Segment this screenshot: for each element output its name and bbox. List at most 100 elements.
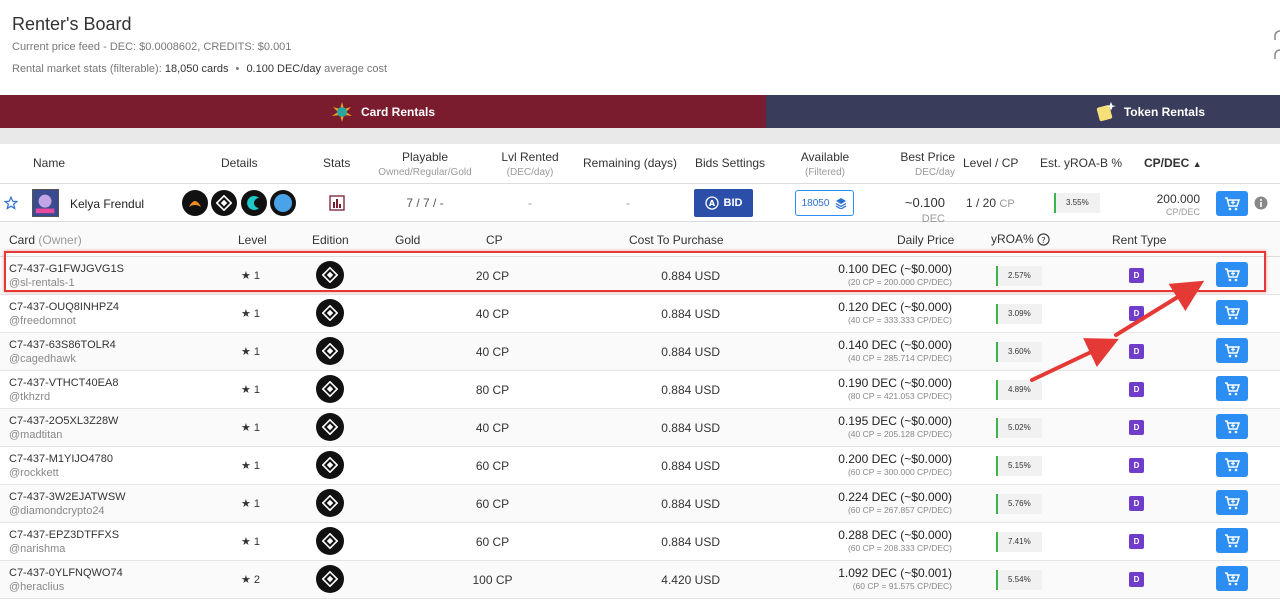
daily-price-detail: (60 CP = 300.000 CP/DEC) bbox=[847, 467, 952, 477]
card-id[interactable]: C7-437-G1FWJGVG1S bbox=[9, 263, 124, 275]
owner-name[interactable]: @diamondcrypto24 bbox=[9, 505, 105, 517]
card-id[interactable]: C7-437-VTHCT40EA8 bbox=[9, 377, 118, 389]
owner-name[interactable]: @rockkett bbox=[9, 467, 59, 479]
col-yroa[interactable]: yROA% ? bbox=[991, 232, 1050, 246]
owner-name[interactable]: @tkhzrd bbox=[9, 391, 50, 403]
cart-icon bbox=[1224, 267, 1240, 282]
market-average-label: average cost bbox=[324, 63, 388, 75]
market-stats-label: Rental market stats (filterable): bbox=[12, 63, 162, 75]
cp-value: 80 CP bbox=[475, 383, 510, 397]
bid-button-label: BID bbox=[723, 197, 743, 209]
cost-value: 0.884 USD bbox=[661, 497, 720, 511]
col-playable-sub: Owned/Regular/Gold bbox=[378, 167, 472, 178]
rent-cart-button[interactable] bbox=[1216, 566, 1248, 591]
card-id[interactable]: C7-437-0YLFNQWO74 bbox=[9, 567, 123, 579]
col-available-sub: (Filtered) bbox=[804, 167, 845, 178]
link-icon[interactable] bbox=[1272, 28, 1280, 62]
col-playable[interactable]: Playable Owned/Regular/Gold bbox=[370, 150, 480, 180]
edition-icon bbox=[316, 261, 344, 289]
col-cost[interactable]: Cost To Purchase bbox=[629, 233, 724, 247]
owner-name[interactable]: @narishma bbox=[9, 543, 65, 555]
col-gold[interactable]: Gold bbox=[395, 233, 420, 247]
col-level[interactable]: Level bbox=[238, 233, 267, 247]
bid-button[interactable]: A BID bbox=[694, 189, 753, 217]
daily-price-detail: (80 CP = 421.053 CP/DEC) bbox=[847, 391, 952, 401]
rent-cart-button[interactable] bbox=[1216, 528, 1248, 553]
available-button[interactable]: 18050 bbox=[795, 190, 854, 216]
listing-row[interactable]: C7-437-VTHCT40EA8 @tkhzrd ★ 1 80 CP 0.884 US… bbox=[0, 371, 1280, 409]
listing-row[interactable]: C7-437-63S86TOLR4 @cagedhawk ★ 1 40 CP 0.884… bbox=[0, 333, 1280, 371]
cart-icon bbox=[1224, 343, 1240, 358]
stats-icon[interactable] bbox=[329, 195, 345, 211]
col-daily-price[interactable]: Daily Price bbox=[897, 233, 954, 247]
col-lvl-rented[interactable]: Lvl Rented (DEC/day) bbox=[490, 150, 570, 180]
rent-cart-button[interactable] bbox=[1216, 376, 1248, 401]
owner-name[interactable]: @freedomnot bbox=[9, 315, 76, 327]
col-available[interactable]: Available (Filtered) bbox=[790, 150, 860, 180]
listing-row[interactable]: C7-437-EPZ3DTFFXS @narishma ★ 1 60 CP 0.884 … bbox=[0, 523, 1280, 561]
col-remaining[interactable]: Remaining (days) bbox=[583, 156, 677, 171]
card-id[interactable]: C7-437-EPZ3DTFFXS bbox=[9, 529, 119, 541]
help-icon[interactable]: ? bbox=[1037, 232, 1050, 246]
col-cp-dec[interactable]: CP/DEC ▲ bbox=[1144, 156, 1202, 172]
yroa-value: 5.76% bbox=[996, 494, 1042, 514]
cp-value: 60 CP bbox=[475, 459, 510, 473]
cart-icon bbox=[1224, 495, 1240, 510]
tab-card-rentals[interactable]: Card Rentals bbox=[0, 95, 766, 128]
card-id[interactable]: C7-437-OUQ8INHPZ4 bbox=[9, 301, 119, 313]
card-id[interactable]: C7-437-3W2EJATWSW bbox=[9, 491, 126, 503]
listing-row[interactable]: C7-437-2O5XL3Z28W @madtitan ★ 1 40 CP 0.884 … bbox=[0, 409, 1280, 447]
level-value: ★ 1 bbox=[241, 384, 261, 396]
level-value: ★ 1 bbox=[241, 346, 261, 358]
rent-cart-button[interactable] bbox=[1216, 300, 1248, 325]
owner-name[interactable]: @heraclius bbox=[9, 581, 64, 593]
card-id[interactable]: C7-437-2O5XL3Z28W bbox=[9, 415, 118, 427]
col-best-price[interactable]: Best Price DEC/day bbox=[880, 150, 955, 180]
col-edition[interactable]: Edition bbox=[312, 233, 349, 247]
listing-row[interactable]: C7-437-3W2EJATWSW @diamondcrypto24 ★ 1 60 C… bbox=[0, 485, 1280, 523]
listing-row[interactable]: C7-437-G1FWJGVG1S @sl-rentals-1 ★ 1 20 CP 0.… bbox=[0, 257, 1280, 295]
star-icon[interactable] bbox=[4, 196, 18, 210]
listing-row[interactable]: C7-437-0YLFNQWO74 @heraclius ★ 2 100 CP 4.42… bbox=[0, 561, 1280, 599]
col-level-cp[interactable]: Level / CP bbox=[963, 156, 1018, 171]
owner-name[interactable]: @sl-rentals-1 bbox=[9, 277, 75, 289]
col-card-label: Card bbox=[9, 233, 36, 247]
col-card[interactable]: Card (Owner) bbox=[9, 233, 82, 247]
card-id[interactable]: C7-437-63S86TOLR4 bbox=[9, 339, 116, 351]
col-card-owner-label: (Owner) bbox=[38, 233, 82, 247]
rent-cart-button[interactable] bbox=[1216, 414, 1248, 439]
rental-tabs: Card Rentals Token Rentals bbox=[0, 95, 1280, 128]
rent-cart-button[interactable] bbox=[1216, 262, 1248, 287]
col-name[interactable]: Name bbox=[33, 156, 65, 171]
rent-cart-button[interactable] bbox=[1216, 490, 1248, 515]
rent-cart-button[interactable] bbox=[1216, 452, 1248, 477]
col-cp[interactable]: CP bbox=[486, 233, 503, 247]
listing-row[interactable]: C7-437-OUQ8INHPZ4 @freedomnot ★ 1 40 CP 0.88… bbox=[0, 295, 1280, 333]
cp-value: 40 CP bbox=[475, 307, 510, 321]
cp-value: 40 CP bbox=[475, 345, 510, 359]
daily-price-detail: (40 CP = 285.714 CP/DEC) bbox=[847, 353, 952, 363]
cp-value: 100 CP bbox=[472, 573, 513, 587]
edition-icon bbox=[316, 527, 344, 555]
card-summary-row[interactable]: Kelya Frendul 7 / 7 / - - - A BID 18050 … bbox=[0, 185, 1280, 225]
level-value: ★ 1 bbox=[241, 460, 261, 472]
owner-name[interactable]: @cagedhawk bbox=[9, 353, 76, 365]
listing-row[interactable]: C7-437-M1YIJO4780 @rockkett ★ 1 60 CP 0.884 … bbox=[0, 447, 1280, 485]
info-icon[interactable] bbox=[1254, 196, 1268, 210]
cost-value: 0.884 USD bbox=[661, 421, 720, 435]
col-rent-type[interactable]: Rent Type bbox=[1112, 233, 1166, 247]
bid-icon: A bbox=[704, 196, 719, 210]
daily-price: 0.100 DEC (~$0.000) bbox=[838, 262, 952, 276]
level-value: ★ 1 bbox=[241, 422, 261, 434]
tab-token-rentals[interactable]: Token Rentals bbox=[766, 95, 1280, 128]
owner-name[interactable]: @madtitan bbox=[9, 429, 62, 441]
edition-icon bbox=[316, 413, 344, 441]
rent-cart-button[interactable] bbox=[1216, 338, 1248, 363]
level-value: ★ 2 bbox=[241, 574, 261, 586]
market-stats: Rental market stats (filterable): 18,050… bbox=[12, 63, 387, 75]
col-yroa-b[interactable]: Est. yROA-B % bbox=[1040, 156, 1122, 171]
main-cart-button[interactable] bbox=[1216, 191, 1248, 216]
card-name[interactable]: Kelya Frendul bbox=[70, 197, 144, 211]
card-id[interactable]: C7-437-M1YIJO4780 bbox=[9, 453, 113, 465]
rent-type-badge: D bbox=[1129, 268, 1144, 283]
